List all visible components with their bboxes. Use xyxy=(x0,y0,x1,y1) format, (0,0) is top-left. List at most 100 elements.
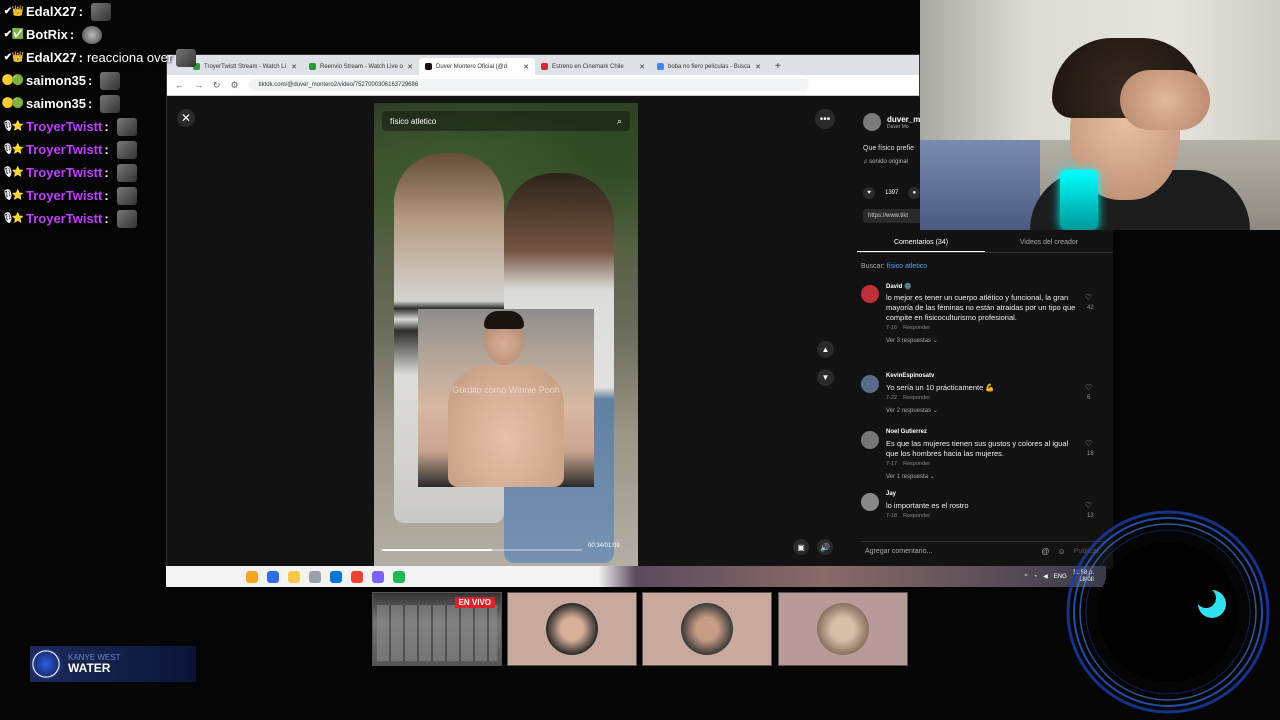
comment-text: lo importante es el rostro xyxy=(886,501,969,510)
chat-username[interactable]: EdalX27 xyxy=(26,4,77,19)
webcam-bed xyxy=(920,140,1040,230)
comment-text: Yo sería un 10 prácticamente 💪 xyxy=(886,383,995,392)
comment-meta: 7-18 Responder xyxy=(886,513,930,519)
tab-comments[interactable]: Comentarios (34) xyxy=(857,233,985,252)
chat-username[interactable]: TroyerTwistt xyxy=(26,119,102,134)
tab-title: Reenvio Stream - Watch Live o xyxy=(320,63,403,70)
reply-button[interactable]: Responder xyxy=(903,395,930,401)
tab-bar: TroyerTwistt Stream - Watch Li ✕ Reenvio S… xyxy=(167,55,919,75)
close-tab-icon[interactable]: ✕ xyxy=(291,63,297,71)
volume-icon[interactable]: 🔊 xyxy=(817,539,833,555)
chat-username[interactable]: TroyerTwistt xyxy=(26,165,102,180)
comment-like-icon[interactable]: ♡ xyxy=(1085,383,1092,392)
creator-name[interactable]: duver_m xyxy=(887,115,920,124)
creator-avatar[interactable] xyxy=(863,113,881,131)
previous-video-button[interactable]: ▲ xyxy=(817,341,834,358)
audio-visualizer-ring xyxy=(1062,506,1274,718)
taskbar-app-icon[interactable] xyxy=(372,570,384,583)
chat-username[interactable]: TroyerTwistt xyxy=(26,142,102,157)
close-tab-icon[interactable]: ✕ xyxy=(755,63,761,71)
tab-creator-videos[interactable]: Videos del creador xyxy=(985,233,1113,252)
chat-badge-icon: ⭐ xyxy=(11,144,25,155)
heart-icon[interactable]: ♥ xyxy=(863,187,875,199)
comment-date: 7-18 xyxy=(886,513,898,519)
chat-username[interactable]: EdalX27 xyxy=(26,50,77,65)
close-tab-icon[interactable]: ✕ xyxy=(407,63,413,71)
guest-avatar-3 xyxy=(817,603,869,655)
more-options-button[interactable]: ••• xyxy=(815,109,835,129)
reply-button[interactable]: Responder xyxy=(903,325,930,331)
taskbar-app-icon[interactable] xyxy=(351,570,363,583)
video-player[interactable]: físico atletico ⌕ Gordito como Winnie Po… xyxy=(374,103,638,569)
comment-avatar[interactable] xyxy=(861,285,879,303)
chat-username[interactable]: TroyerTwistt xyxy=(26,211,102,226)
live-badge: EN VIVO xyxy=(454,597,495,608)
chat-username[interactable]: BotRix xyxy=(26,27,68,42)
taskbar-app-icon[interactable] xyxy=(267,570,279,583)
overlay-image: Gordito como Winnie Pooh xyxy=(418,309,594,487)
volume-tray-icon[interactable]: ◀ xyxy=(1043,573,1048,580)
miniplayer-icon[interactable]: ▣ xyxy=(793,539,809,555)
comment-avatar[interactable] xyxy=(861,375,879,393)
view-replies-button[interactable]: Ver 3 respuestas ⌄ xyxy=(886,337,938,344)
search-query[interactable]: físico atletico xyxy=(887,263,927,270)
add-comment-input[interactable]: Agregar comentario... xyxy=(865,548,932,555)
chat-colon: : xyxy=(78,4,83,19)
taskbar-app-icon[interactable] xyxy=(246,570,258,583)
comment-author[interactable]: Jay xyxy=(886,491,896,497)
browser-tab[interactable]: Reenvio Stream - Watch Live o ✕ xyxy=(303,58,419,75)
comment-icon[interactable]: ● xyxy=(908,187,921,199)
vinyl-icon xyxy=(30,648,62,680)
browser-tab[interactable]: boba no fiero películas - Busca ✕ xyxy=(651,58,767,75)
comment-author[interactable]: David 🌚 xyxy=(886,283,911,290)
wifi-icon[interactable]: ◔ xyxy=(1033,574,1037,580)
new-tab-button[interactable]: + xyxy=(767,58,789,75)
browser-tab[interactable]: Duver Montero Oficial (@d ✕ xyxy=(419,58,535,75)
search-icon[interactable]: ⌕ xyxy=(617,116,622,127)
chat-username[interactable]: saimon35 xyxy=(26,96,86,111)
taskbar-app-icon[interactable] xyxy=(288,570,300,583)
chat-message: 🟡 🟢 saimon35: xyxy=(0,92,240,115)
taskbar-app-icon[interactable] xyxy=(330,570,342,583)
video-caption: Que físico prefie xyxy=(863,145,914,152)
like-count: 1397 xyxy=(885,190,899,196)
chat-username[interactable]: TroyerTwistt xyxy=(26,188,102,203)
panel-tabs: Comentarios (34) Videos del creador xyxy=(857,233,1113,253)
taskbar-app-icon[interactable] xyxy=(393,570,405,583)
video-time: 00:34/01:09 xyxy=(588,543,620,549)
comment-like-count: 18 xyxy=(1087,451,1094,457)
comment-like-icon[interactable]: ♡ xyxy=(1085,293,1092,302)
close-tab-icon[interactable]: ✕ xyxy=(639,63,645,71)
comment-author[interactable]: Noel Gutierrez xyxy=(886,429,927,435)
comment-author[interactable]: KevinEspinosatv xyxy=(886,373,934,379)
chat-badge-icon: ⭐ xyxy=(11,213,25,224)
comment-search[interactable]: Buscar: físico atletico xyxy=(861,263,927,270)
comment-like-icon[interactable]: ♡ xyxy=(1085,439,1092,448)
view-replies-button[interactable]: Ver 1 respuesta ⌄ xyxy=(886,473,935,480)
tiktok-viewer: ✕ ••• físico atletico ⌕ Gordito como Win… xyxy=(167,97,1113,569)
comment-avatar[interactable] xyxy=(861,493,879,511)
tray-arrow-icon[interactable]: ^ xyxy=(1025,574,1028,580)
reply-button[interactable]: Responder xyxy=(903,461,930,467)
video-progress-bar[interactable] xyxy=(382,549,582,551)
webcam-hand xyxy=(1120,70,1210,130)
chat-emote xyxy=(116,140,137,159)
chat-colon: : xyxy=(69,27,75,42)
creator-info[interactable]: duver_m Duver Mo xyxy=(863,113,920,131)
next-video-button[interactable]: ▼ xyxy=(817,369,834,386)
chat-emote xyxy=(100,71,121,90)
video-search-bar[interactable]: físico atletico ⌕ xyxy=(382,111,630,131)
mention-icon[interactable]: @ xyxy=(1041,547,1049,556)
browser-tab[interactable]: Estreno en Cinemark Chile ✕ xyxy=(535,58,651,75)
guest-avatar-2 xyxy=(681,603,733,655)
view-replies-button[interactable]: Ver 2 respuestas ⌄ xyxy=(886,407,938,414)
url-input[interactable]: tiktok.com/@duver_montero2/video/7527000… xyxy=(248,79,809,91)
close-tab-icon[interactable]: ✕ xyxy=(523,63,529,71)
chat-emote xyxy=(116,117,137,136)
sound-label[interactable]: ♫ sonido original xyxy=(863,159,908,165)
chat-username[interactable]: saimon35 xyxy=(26,73,86,88)
comment-avatar[interactable] xyxy=(861,431,879,449)
taskbar-app-icon[interactable] xyxy=(309,570,321,583)
reply-button[interactable]: Responder xyxy=(903,513,930,519)
chat-badge-icon: ✅ xyxy=(11,29,25,40)
